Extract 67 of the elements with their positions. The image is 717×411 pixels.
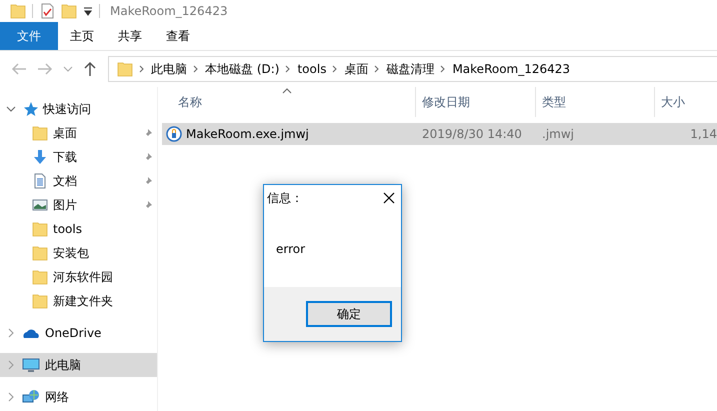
folder-icon (32, 245, 48, 261)
dropdown-icon[interactable] (83, 6, 93, 16)
forward-arrow-icon[interactable] (37, 62, 53, 76)
breadcrumb-item[interactable]: 桌面 (344, 60, 368, 78)
chevron-right-icon[interactable] (6, 392, 16, 402)
ribbon-tab[interactable]: 查看 (154, 22, 202, 50)
ok-button[interactable]: 确定 (306, 301, 392, 327)
breadcrumb-item[interactable]: tools (297, 62, 326, 76)
chevron-right-icon (193, 65, 199, 73)
nav-item[interactable]: tools (0, 217, 157, 241)
table-cell-text: 1,14 (689, 127, 717, 141)
folder-icon (32, 269, 48, 285)
dialog-title: 信息： (267, 190, 303, 206)
nav-item[interactable]: 快速访问 (0, 97, 157, 121)
nav-item[interactable]: 桌面 (0, 121, 157, 145)
lock-file-icon (166, 126, 182, 142)
nav-item[interactable]: 下载 (0, 145, 157, 169)
monitor-icon (22, 357, 40, 373)
nav-item[interactable]: OneDrive (0, 321, 157, 345)
address-bar[interactable]: 此电脑 本地磁盘 (D:) tools 桌面 磁盘清理 MakeRoom_126423 (108, 56, 717, 82)
folder-icon[interactable] (10, 3, 26, 19)
chevron-right-icon (440, 65, 446, 73)
document-icon (32, 173, 48, 189)
up-arrow-icon[interactable] (83, 61, 97, 77)
folder-icon (32, 293, 48, 309)
chevron-right-icon (332, 65, 338, 73)
star-icon (22, 101, 38, 117)
down-arrow-icon (32, 149, 48, 165)
window-title: MakeRoom_126423 (110, 4, 228, 18)
nav-item[interactable]: 图片 (0, 193, 157, 217)
dialog-message: error (276, 242, 306, 256)
ribbon-tab[interactable]: 主页 (58, 22, 106, 50)
ribbon-tab[interactable]: 共享 (106, 22, 154, 50)
breadcrumb-item[interactable]: 本地磁盘 (D:) (205, 60, 280, 78)
nav-item[interactable]: 网络 (0, 385, 157, 409)
breadcrumb-item[interactable]: 此电脑 (151, 60, 187, 78)
nav-item[interactable]: 安装包 (0, 241, 157, 265)
nav-item[interactable]: 文档 (0, 169, 157, 193)
file-name: MakeRoom.exe.jmwj (186, 127, 309, 141)
table-cell-text: .jmwj (541, 127, 575, 141)
close-icon[interactable] (383, 192, 395, 204)
chevron-right-icon[interactable] (6, 328, 16, 338)
back-arrow-icon[interactable] (11, 62, 27, 76)
column-header[interactable]: 修改日期 (416, 87, 536, 117)
chevron-down-icon[interactable] (6, 104, 16, 114)
table-cell-text: 2019/8/30 14:40 (421, 127, 523, 141)
nav-item[interactable]: 河东软件园 (0, 265, 157, 289)
image-icon (32, 197, 48, 213)
nav-item[interactable]: 此电脑 (0, 353, 157, 377)
column-header[interactable]: 名称 (158, 87, 416, 117)
breadcrumb-item[interactable]: 磁盘清理 (386, 60, 434, 78)
folder-icon (32, 125, 48, 141)
chevron-right-icon (285, 65, 292, 73)
ribbon-tab[interactable]: 文件 (0, 22, 58, 50)
chevron-right-icon (139, 65, 145, 73)
column-header[interactable]: 类型 (536, 87, 655, 117)
column-header[interactable]: 大小 (655, 87, 717, 117)
folder-icon[interactable] (61, 3, 77, 19)
chevron-right-icon[interactable] (6, 360, 16, 370)
folder-icon (32, 221, 48, 237)
nav-item[interactable]: 新建文件夹 (0, 289, 157, 313)
breadcrumb-item[interactable]: MakeRoom_126423 (452, 62, 570, 76)
checked-document-icon[interactable] (39, 3, 55, 19)
file-row[interactable]: MakeRoom.exe.jmwj 2019/8/30 14:40 .jmwj 1,14 (162, 123, 717, 145)
chevron-right-icon (374, 65, 380, 73)
folder-icon (117, 61, 133, 77)
network-icon (22, 389, 40, 405)
